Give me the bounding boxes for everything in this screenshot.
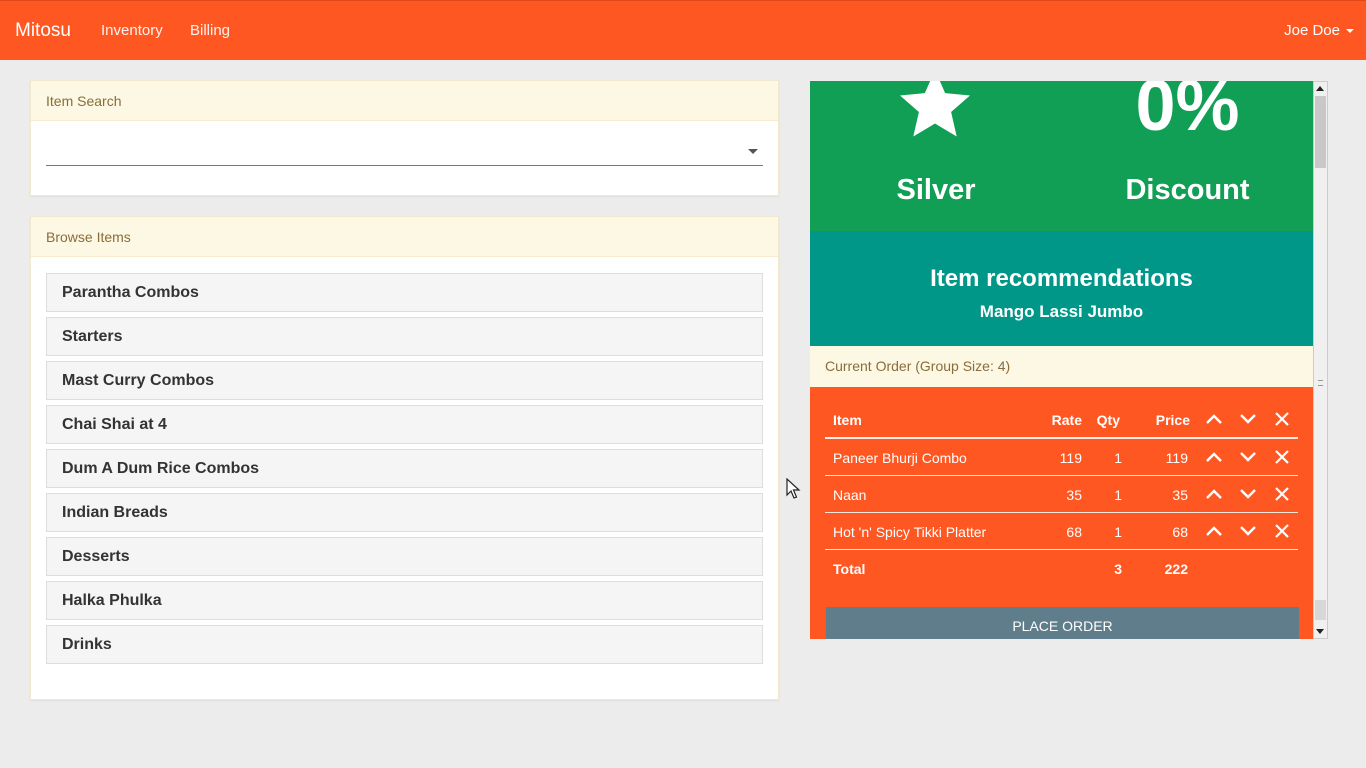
browse-items-heading: Browse Items: [31, 217, 778, 257]
column-price: Price: [1155, 412, 1190, 428]
nav-billing-link[interactable]: Billing: [190, 22, 230, 39]
category-item[interactable]: Starters: [46, 317, 763, 356]
category-item[interactable]: Mast Curry Combos: [46, 361, 763, 400]
caret-down-icon: [748, 149, 758, 154]
column-qty: Qty: [1096, 412, 1120, 428]
navbar: Mitosu Inventory Billing Joe Doe: [0, 0, 1366, 60]
browse-items-panel: Browse Items Parantha Combos Starters Ma…: [30, 216, 779, 700]
recommendations-title: Item recommendations: [930, 265, 1193, 292]
order-item-price: 119: [1165, 450, 1188, 466]
category-item[interactable]: Drinks: [46, 625, 763, 664]
user-name: Joe Doe: [1284, 22, 1340, 39]
brand-link[interactable]: Mitosu: [15, 20, 71, 42]
order-item-rate: 119: [1059, 450, 1082, 466]
item-search-panel: Item Search: [30, 80, 779, 196]
current-order-panel: Item Rate Qty Price Paneer Bhurji Combo …: [810, 387, 1313, 639]
scrollbar-track-end: [1315, 600, 1326, 620]
current-order-heading: Current Order (Group Size: 4): [810, 346, 1313, 387]
order-item-price: 35: [1172, 487, 1188, 503]
category-item[interactable]: Dum A Dum Rice Combos: [46, 449, 763, 488]
star-icon: [900, 81, 970, 137]
loyalty-tier: Silver: [896, 174, 976, 206]
chevron-up-icon[interactable]: [1204, 409, 1224, 429]
chevron-down-icon[interactable]: [1238, 484, 1258, 504]
close-icon[interactable]: [1272, 484, 1292, 504]
discount-value: 0%: [1135, 81, 1240, 146]
category-item[interactable]: Parantha Combos: [46, 273, 763, 312]
scrollbar-grip: [1318, 380, 1323, 386]
recommendations-banner: Item recommendations Mango Lassi Jumbo: [810, 231, 1313, 346]
nav-inventory-link[interactable]: Inventory: [101, 22, 163, 39]
column-rate: Rate: [1051, 412, 1082, 428]
loyalty-banner: Silver 0% Discount: [810, 81, 1313, 231]
order-row: Paneer Bhurji Combo 119 1 119: [825, 439, 1298, 476]
category-item[interactable]: Halka Phulka: [46, 581, 763, 620]
order-row: Hot 'n' Spicy Tikki Platter 68 1 68: [825, 513, 1298, 550]
order-table-header: Item Rate Qty Price: [825, 401, 1298, 439]
category-item[interactable]: Indian Breads: [46, 493, 763, 532]
chevron-up-icon[interactable]: [1204, 484, 1224, 504]
order-total-qty: 3: [1114, 561, 1122, 577]
mouse-cursor-icon: [786, 478, 801, 499]
sidebar-scrollbar[interactable]: [1313, 81, 1328, 639]
order-item-name: Paneer Bhurji Combo: [833, 450, 967, 466]
scrollbar-thumb[interactable]: [1315, 96, 1326, 168]
discount-label: Discount: [1125, 174, 1250, 206]
order-sidebar: Silver 0% Discount Item recommendations …: [810, 81, 1313, 639]
close-icon[interactable]: [1272, 409, 1292, 429]
order-item-rate: 35: [1066, 487, 1082, 503]
order-item-qty: 1: [1114, 524, 1122, 540]
chevron-up-icon[interactable]: [1204, 521, 1224, 541]
item-search-heading: Item Search: [31, 81, 778, 121]
category-item[interactable]: Chai Shai at 4: [46, 405, 763, 444]
close-icon[interactable]: [1272, 521, 1292, 541]
scroll-up-icon[interactable]: [1316, 86, 1324, 91]
caret-down-icon: [1346, 28, 1354, 33]
column-item: Item: [833, 412, 862, 428]
order-item-price: 68: [1172, 524, 1188, 540]
order-item-qty: 1: [1114, 487, 1122, 503]
recommended-item[interactable]: Mango Lassi Jumbo: [810, 302, 1313, 322]
order-item-rate: 68: [1066, 524, 1082, 540]
close-icon[interactable]: [1272, 447, 1292, 467]
place-order-button[interactable]: PLACE ORDER: [826, 607, 1299, 639]
order-item-qty: 1: [1114, 450, 1122, 466]
chevron-down-icon[interactable]: [1238, 409, 1258, 429]
scroll-down-icon[interactable]: [1316, 629, 1324, 634]
chevron-up-icon[interactable]: [1204, 447, 1224, 467]
chevron-down-icon[interactable]: [1238, 521, 1258, 541]
category-list: Parantha Combos Starters Mast Curry Comb…: [46, 273, 763, 669]
item-search-select[interactable]: [46, 136, 763, 166]
order-item-name: Hot 'n' Spicy Tikki Platter: [833, 524, 987, 540]
order-row: Naan 35 1 35: [825, 476, 1298, 513]
order-total-label: Total: [833, 561, 866, 577]
order-table: Item Rate Qty Price Paneer Bhurji Combo …: [825, 401, 1298, 587]
chevron-down-icon[interactable]: [1238, 447, 1258, 467]
order-item-name: Naan: [833, 487, 867, 503]
order-total-price: 222: [1164, 561, 1188, 577]
category-item[interactable]: Desserts: [46, 537, 763, 576]
order-total-row: Total 3 222: [825, 550, 1298, 587]
user-menu[interactable]: Joe Doe: [1284, 22, 1354, 39]
